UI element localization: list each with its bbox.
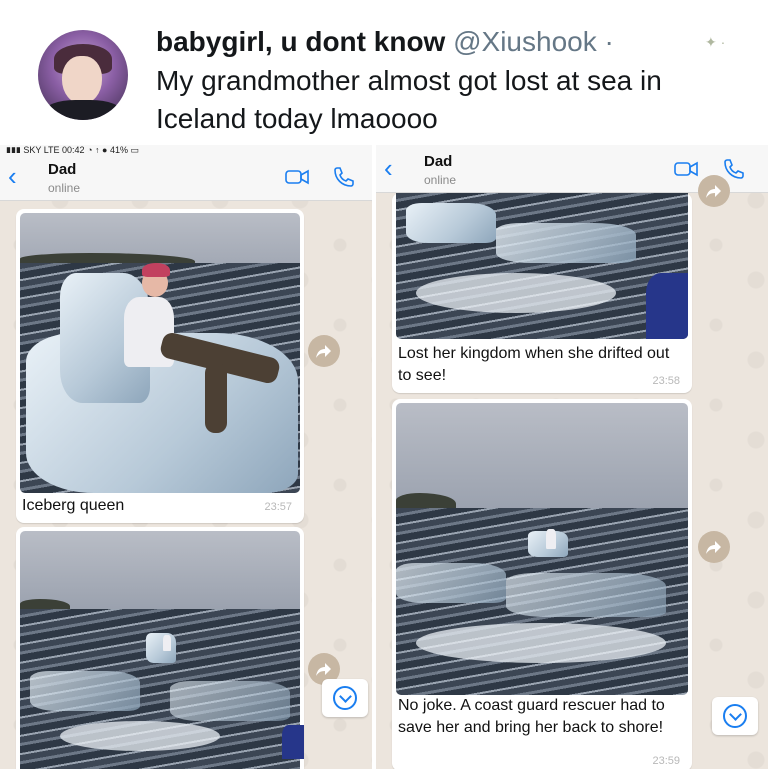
scroll-down-button[interactable] (712, 697, 758, 735)
message-time: 23:58 (652, 375, 680, 387)
message-bubble[interactable]: Iceberg queen 23:57 (16, 209, 304, 523)
tweet-display-name[interactable]: babygirl, u dont know (156, 26, 445, 57)
message-caption: Lost her kingdom when she drifted out to… (398, 345, 670, 384)
forward-arrow-icon[interactable] (308, 335, 340, 367)
tweet-handle[interactable]: @Xiushook (453, 26, 597, 57)
chat-header: ‹ Dad online (0, 153, 372, 201)
contact-status: online (48, 181, 81, 195)
avatar-face (62, 56, 102, 104)
message-time: 23:59 (652, 755, 680, 767)
tweet-header: babygirl, u dont know @Xiushook · My gra… (0, 0, 768, 150)
chevron-left-icon[interactable]: ‹ (384, 155, 393, 181)
message-time: 23:57 (264, 501, 292, 513)
photo-grandmother-drifting[interactable] (20, 531, 300, 769)
phone-icon[interactable] (332, 165, 356, 189)
photo-ice-and-waves[interactable] (396, 193, 688, 339)
avatar-body (44, 100, 122, 120)
scroll-down-icon (723, 704, 747, 728)
message-bubble[interactable]: Lost her kingdom when she drifted out to… (392, 193, 692, 393)
blue-jacket-partial (282, 725, 304, 759)
sparkle-icon: ✦ · (705, 34, 726, 50)
scroll-down-button[interactable] (322, 679, 368, 717)
video-camera-icon[interactable] (285, 169, 309, 185)
left-chat-screenshot: ▮▮▮ SKY LTE 00:42 ◔ ↑ ● 41% ▭ ‹ Dad onli… (0, 145, 372, 769)
contact-status: online (424, 173, 457, 187)
avatar[interactable] (38, 30, 128, 120)
message-caption: Iceberg queen (22, 497, 125, 514)
video-camera-icon[interactable] (674, 161, 698, 177)
tweet-author[interactable]: babygirl, u dont know @Xiushook · (156, 26, 614, 58)
forward-arrow-icon[interactable] (698, 531, 730, 563)
tweet-separator: · (604, 26, 614, 57)
contact-name[interactable]: Dad (48, 161, 76, 178)
message-caption: No joke. A coast guard rescuer had to sa… (398, 697, 665, 736)
right-chat-screenshot: ‹ Dad online Lost her kingdom when she d… (376, 145, 768, 769)
photo-grandmother-on-iceberg[interactable] (20, 213, 300, 493)
tweet-text: My grandmother almost got lost at sea in… (156, 65, 662, 134)
photo-coast-guard-rescue[interactable] (396, 403, 688, 695)
phone-icon[interactable] (722, 157, 746, 181)
message-bubble[interactable] (16, 527, 304, 769)
forward-arrow-icon[interactable] (698, 175, 730, 207)
chevron-left-icon[interactable]: ‹ (8, 163, 17, 189)
contact-name[interactable]: Dad (424, 153, 452, 170)
message-bubble[interactable]: No joke. A coast guard rescuer had to sa… (392, 399, 692, 769)
scroll-down-icon (333, 686, 357, 710)
